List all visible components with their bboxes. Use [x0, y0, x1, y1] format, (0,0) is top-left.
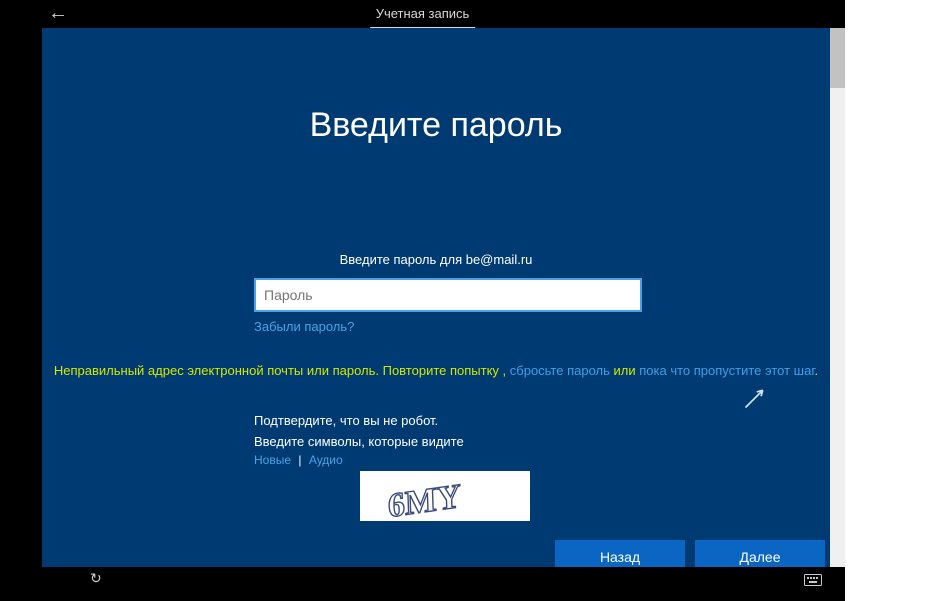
captcha-new-link[interactable]: Новые [254, 453, 291, 467]
page-title: Введите пароль [42, 106, 830, 145]
reset-password-link[interactable]: сбросьте пароль [510, 363, 610, 378]
scrollbar-track[interactable] [830, 28, 845, 567]
title-bar: ← Учетная запись [0, 0, 845, 28]
oobe-window: ← Учетная запись Введите пароль Введите … [0, 0, 845, 601]
captcha-section: Подтвердите, что вы не робот. Введите си… [254, 413, 464, 467]
ease-of-access-icon[interactable]: ↻ [90, 570, 102, 587]
tab-account[interactable]: Учетная запись [370, 4, 476, 29]
scrollbar-thumb[interactable] [830, 28, 845, 88]
captcha-link-separator: | [294, 453, 305, 467]
instruction-text: Введите пароль для be@mail.ru [42, 252, 830, 267]
back-arrow-icon[interactable]: ← [48, 3, 68, 23]
password-input[interactable] [254, 278, 642, 312]
captcha-audio-link[interactable]: Аудио [309, 453, 343, 467]
captcha-text: 6MY [387, 478, 461, 521]
skip-step-link[interactable]: пока что пропустите этот шаг [639, 363, 814, 378]
error-dot: . [814, 363, 818, 378]
error-comma: , [499, 363, 510, 378]
bottom-bar: ↻ [42, 567, 830, 591]
captcha-instruction-2: Введите символы, которые видите [254, 434, 464, 449]
error-or: или [610, 363, 639, 378]
error-message: Неправильный адрес электронной почты или… [42, 363, 830, 378]
captcha-instruction-1: Подтвердите, что вы не робот. [254, 413, 464, 428]
forgot-password-link[interactable]: Забыли пароль? [254, 319, 354, 334]
content-pane: Введите пароль Введите пароль для be@mai… [42, 28, 830, 567]
annotation-arrow-icon [742, 385, 768, 411]
error-text-part1: Неправильный адрес электронной почты или… [54, 363, 499, 378]
captcha-image: 6MY [360, 471, 530, 521]
keyboard-icon[interactable] [804, 574, 822, 586]
captcha-links: Новые | Аудио [254, 453, 464, 467]
